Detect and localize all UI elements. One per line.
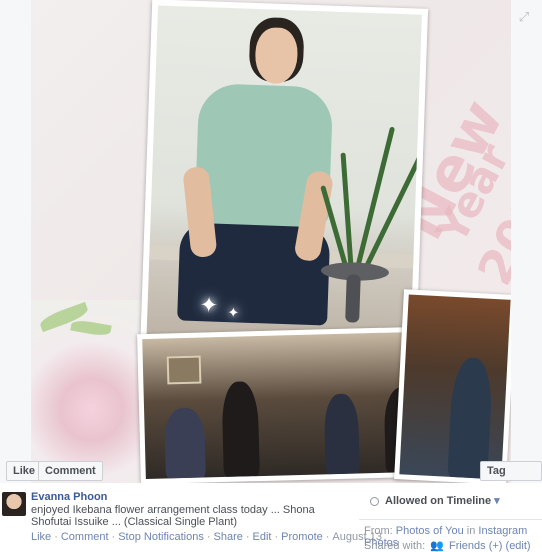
timeline-label: Allowed on Timeline <box>385 495 492 507</box>
timeline-visibility-dropdown[interactable]: Allowed on Timeline ▾ <box>370 494 500 507</box>
from-label: From: <box>364 525 393 537</box>
like-link[interactable]: Like <box>31 531 51 543</box>
shared-with: Shared with: 👥 Friends (+) (edit) <box>364 539 531 552</box>
person <box>221 381 260 477</box>
share-link[interactable]: Share <box>214 531 243 543</box>
vase-stand <box>345 274 361 323</box>
person <box>164 407 206 479</box>
post-caption: enjoyed Ikebana flower arrangement class… <box>31 504 315 528</box>
tag-photo-button[interactable]: Tag Photo <box>480 461 542 481</box>
in-label: in <box>466 525 476 537</box>
friends-icon: 👥 <box>430 540 444 552</box>
sparkle-icon: ✦ <box>199 292 219 318</box>
stop-notifications-link[interactable]: Stop Notifications <box>118 531 204 543</box>
window-photo <box>399 294 511 480</box>
timeline-dot-icon <box>370 496 379 506</box>
comment-link[interactable]: Comment <box>61 531 109 543</box>
sparkle-icon: ✦ <box>227 304 240 321</box>
leaf <box>70 318 112 338</box>
person <box>323 393 360 475</box>
photo-like-button[interactable]: Like <box>6 461 43 481</box>
divider <box>359 519 542 520</box>
post-actions: Like · Comment · Stop Notifications · Share · Ed… <box>31 531 382 543</box>
photo[interactable]: New Year 2013 ✦ ✦ <box>31 0 511 483</box>
chevron-down-icon: ▾ <box>494 495 500 507</box>
flower-background <box>31 300 141 483</box>
shared-label: Shared with: <box>364 540 426 552</box>
album-link[interactable]: Photos of You <box>396 525 464 537</box>
edit-link[interactable]: Edit <box>253 531 272 543</box>
author-name[interactable]: Evanna Phoon <box>31 491 107 503</box>
promote-link[interactable]: Promote <box>281 531 323 543</box>
shared-value[interactable]: Friends (+) (edit) <box>449 540 531 552</box>
photo-viewer: New Year 2013 ✦ ✦ ⤢ Like Comment Tag <box>0 0 542 483</box>
avatar[interactable] <box>2 492 26 516</box>
polaroid-small <box>394 289 511 483</box>
polaroid-main: ✦ ✦ <box>139 0 429 364</box>
expand-icon[interactable]: ⤢ <box>517 10 531 24</box>
photo-comment-button[interactable]: Comment <box>38 461 103 481</box>
woman-kneeling-photo: ✦ ✦ <box>146 5 422 345</box>
wall-picture <box>166 355 202 385</box>
